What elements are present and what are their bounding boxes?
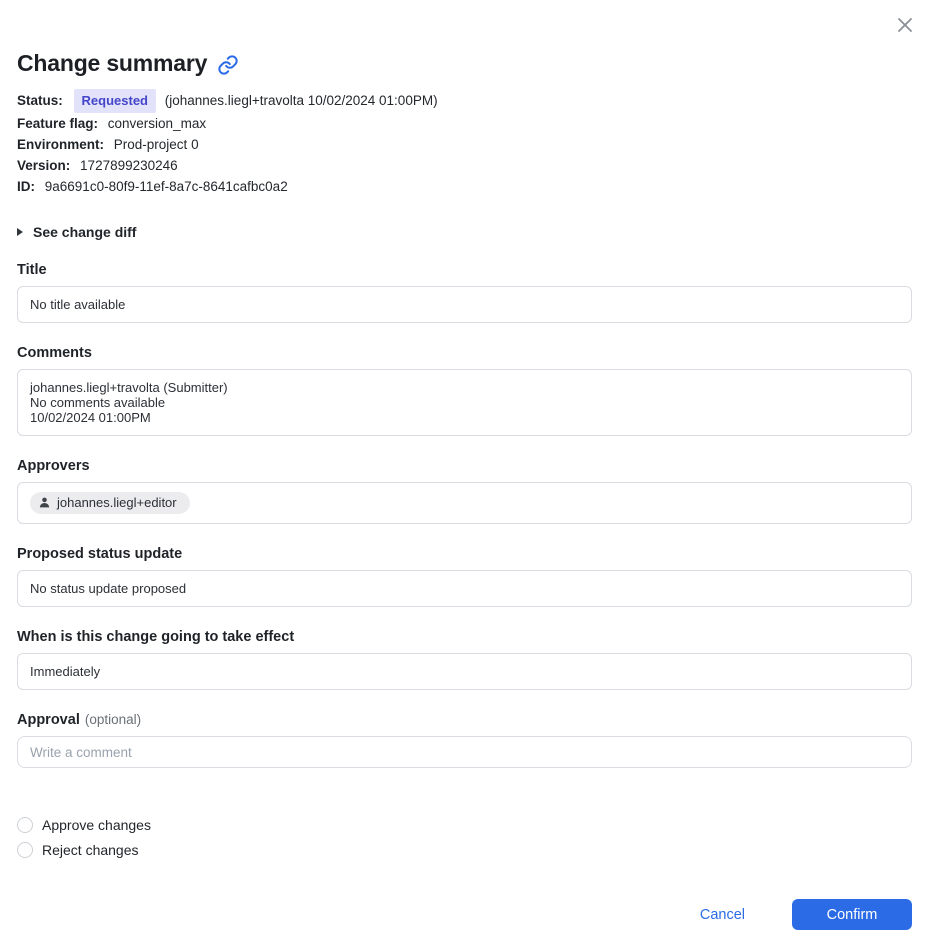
decision-radio-group: Approve changes Reject changes bbox=[17, 817, 912, 858]
comment-submitter: johannes.liegl+travolta (Submitter) bbox=[30, 380, 228, 395]
approvers-section: Approvers johannes.liegl+editor bbox=[17, 458, 912, 524]
approver-chip-label: johannes.liegl+editor bbox=[57, 495, 177, 510]
approvers-section-label: Approvers bbox=[17, 458, 90, 474]
page-title-text: Change summary bbox=[17, 50, 208, 76]
proposed-status-label: Proposed status update bbox=[17, 546, 183, 562]
comment-body: No comments available bbox=[30, 395, 166, 410]
proposed-status-box: No status update proposed bbox=[17, 570, 912, 607]
approver-chip[interactable]: johannes.liegl+editor bbox=[30, 492, 190, 514]
title-value-box: No title available bbox=[17, 286, 912, 323]
approval-label: Approval (optional) bbox=[17, 712, 912, 728]
cancel-button[interactable]: Cancel bbox=[700, 907, 745, 923]
chevron-right-icon bbox=[17, 228, 23, 236]
environment-row: Environment: Prod-project 0 bbox=[17, 134, 912, 155]
close-icon bbox=[895, 15, 915, 35]
approve-changes-radio[interactable]: Approve changes bbox=[17, 817, 912, 833]
version-value: 1727899230246 bbox=[80, 158, 178, 173]
approval-comment-input[interactable] bbox=[17, 736, 912, 768]
approval-section: Approval (optional) bbox=[17, 712, 912, 768]
title-section: Title No title available bbox=[17, 262, 912, 323]
approve-changes-label: Approve changes bbox=[42, 817, 151, 833]
confirm-button[interactable]: Confirm bbox=[792, 899, 912, 930]
status-row: Status: Requested (johannes.liegl+travol… bbox=[17, 89, 912, 113]
id-value: 9a6691c0-80f9-11ef-8a7c-8641cafbc0a2 bbox=[44, 179, 288, 194]
dialog-footer: Cancel Confirm bbox=[17, 899, 912, 930]
reject-changes-radio[interactable]: Reject changes bbox=[17, 842, 912, 858]
id-row: ID: 9a6691c0-80f9-11ef-8a7c-8641cafbc0a2 bbox=[17, 176, 912, 197]
reject-changes-label: Reject changes bbox=[42, 842, 139, 858]
see-change-diff-toggle[interactable]: See change diff bbox=[17, 224, 912, 240]
status-badge: Requested bbox=[73, 89, 156, 113]
proposed-status-section: Proposed status update No status update … bbox=[17, 546, 912, 607]
id-label: ID: bbox=[17, 179, 35, 194]
comments-box: johannes.liegl+travolta (Submitter) No c… bbox=[17, 369, 912, 436]
meta-list: Status: Requested (johannes.liegl+travol… bbox=[17, 89, 912, 197]
status-suffix: (johannes.liegl+travolta 10/02/2024 01:0… bbox=[164, 93, 438, 108]
comment-timestamp: 10/02/2024 01:00PM bbox=[30, 410, 151, 425]
feature-flag-label: Feature flag: bbox=[17, 116, 99, 131]
version-label: Version: bbox=[17, 158, 71, 173]
comments-section-label: Comments bbox=[17, 345, 92, 361]
feature-flag-row: Feature flag: conversion_max bbox=[17, 113, 912, 134]
page-title: Change summary bbox=[17, 0, 912, 77]
approval-label-text: Approval bbox=[17, 712, 80, 728]
effect-label: When is this change going to take effect bbox=[17, 629, 295, 645]
comments-section: Comments johannes.liegl+travolta (Submit… bbox=[17, 345, 912, 436]
effect-box: Immediately bbox=[17, 653, 912, 690]
environment-value: Prod-project 0 bbox=[113, 137, 199, 152]
feature-flag-value: conversion_max bbox=[107, 116, 207, 131]
title-section-label: Title bbox=[17, 262, 47, 278]
person-icon bbox=[38, 496, 51, 509]
see-change-diff-label: See change diff bbox=[33, 224, 137, 240]
link-icon[interactable] bbox=[217, 54, 239, 76]
approvers-box: johannes.liegl+editor bbox=[17, 482, 912, 524]
change-summary-dialog: Change summary Status: Requested (johann… bbox=[0, 0, 929, 930]
close-button[interactable] bbox=[892, 12, 918, 38]
approval-optional-text: (optional) bbox=[84, 712, 142, 727]
effect-section: When is this change going to take effect… bbox=[17, 629, 912, 690]
status-label: Status: bbox=[17, 93, 63, 108]
radio-circle-icon[interactable] bbox=[17, 817, 33, 833]
environment-label: Environment: bbox=[17, 137, 105, 152]
version-row: Version: 1727899230246 bbox=[17, 155, 912, 176]
radio-circle-icon[interactable] bbox=[17, 842, 33, 858]
